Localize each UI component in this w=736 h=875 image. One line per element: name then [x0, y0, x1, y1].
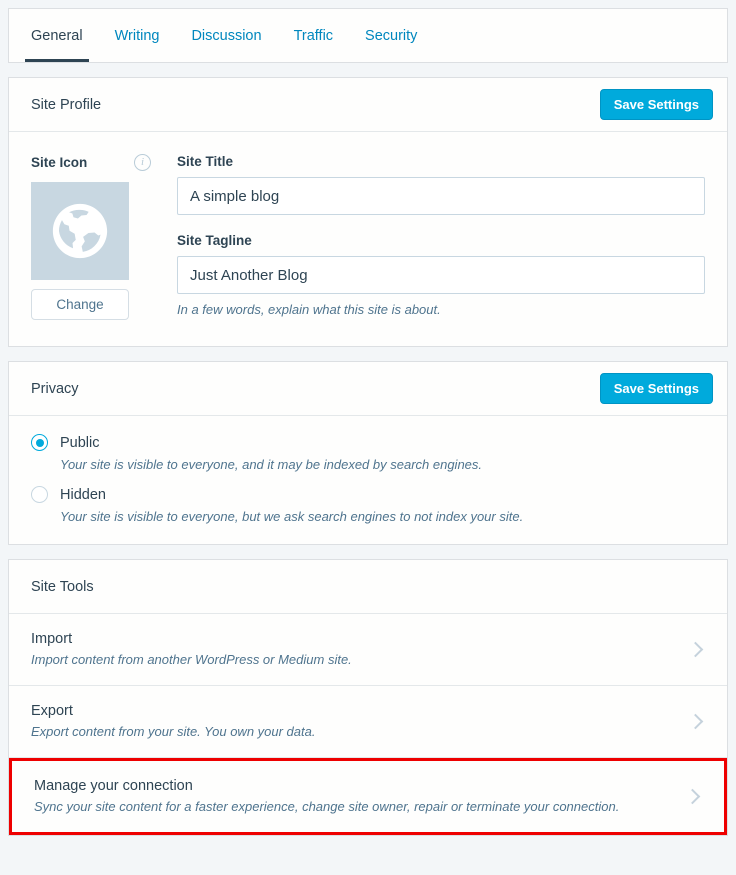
site-tools-title: Site Tools [31, 578, 94, 595]
change-site-icon-button[interactable]: Change [31, 289, 129, 320]
privacy-option-hidden-description: Your site is visible to everyone, but we… [60, 509, 524, 524]
save-settings-button-profile[interactable]: Save Settings [599, 89, 713, 120]
info-icon[interactable]: i [134, 154, 151, 171]
privacy-option-hidden[interactable]: Hidden [31, 486, 705, 503]
site-profile-fields: Site Title Site Tagline In a few words, … [177, 154, 705, 320]
chevron-right-icon [684, 761, 700, 832]
settings-tab-bar: General Writing Discussion Traffic Secur… [8, 8, 728, 63]
tab-traffic-label: Traffic [293, 27, 334, 44]
site-tool-row-manage-connection[interactable]: Manage your connection Sync your site co… [9, 758, 727, 835]
radio-public-icon[interactable] [31, 434, 48, 451]
site-tool-import-title: Import [31, 631, 73, 647]
site-tagline-hint: In a few words, explain what this site i… [177, 302, 441, 317]
site-tools-card: Site Tools Import Import content from an… [8, 559, 728, 836]
site-tagline-label: Site Tagline [177, 233, 252, 248]
privacy-card: Privacy Save Settings Public Your site i… [8, 361, 728, 545]
privacy-header: Privacy Save Settings [9, 362, 727, 416]
site-tool-manage-connection-text: Manage your connection Sync your site co… [34, 778, 680, 814]
privacy-option-public-description: Your site is visible to everyone, and it… [60, 457, 483, 472]
tab-general[interactable]: General [15, 9, 99, 62]
chevron-right-icon [687, 686, 703, 757]
privacy-option-public[interactable]: Public [31, 434, 705, 451]
site-profile-body: Site Icon i Change Site Title Site Tagli… [9, 132, 727, 346]
tab-discussion-label: Discussion [191, 27, 262, 44]
site-tagline-input[interactable] [177, 256, 705, 294]
site-profile-card: Site Profile Save Settings Site Icon i C… [8, 77, 728, 347]
site-profile-title: Site Profile [31, 96, 102, 113]
site-icon-label-row: Site Icon i [31, 154, 151, 171]
site-title-group: Site Title [177, 154, 705, 215]
site-tool-import-text: Import Import content from another WordP… [31, 631, 683, 667]
site-title-input[interactable] [177, 177, 705, 215]
tab-discussion[interactable]: Discussion [175, 9, 277, 62]
tab-traffic[interactable]: Traffic [278, 9, 349, 62]
privacy-body: Public Your site is visible to everyone,… [9, 416, 727, 544]
site-profile-header: Site Profile Save Settings [9, 78, 727, 132]
tab-general-label: General [31, 27, 83, 44]
site-tool-export-text: Export Export content from your site. Yo… [31, 703, 683, 739]
save-settings-button-privacy[interactable]: Save Settings [599, 373, 713, 404]
site-tool-row-import[interactable]: Import Import content from another WordP… [9, 614, 727, 686]
site-tool-import-description: Import content from another WordPress or… [31, 652, 352, 667]
tab-writing-label: Writing [114, 27, 160, 44]
privacy-option-hidden-label: Hidden [60, 486, 106, 503]
site-icon-label: Site Icon [31, 155, 88, 170]
site-tools-header: Site Tools [9, 560, 727, 614]
site-icon-column: Site Icon i Change [31, 154, 151, 320]
site-tool-export-description: Export content from your site. You own y… [31, 724, 316, 739]
tab-security-label: Security [365, 27, 418, 44]
site-tool-export-title: Export [31, 703, 73, 719]
site-tool-manage-connection-description: Sync your site content for a faster expe… [34, 799, 620, 814]
site-tool-row-export[interactable]: Export Export content from your site. Yo… [9, 686, 727, 758]
tab-writing[interactable]: Writing [99, 9, 176, 62]
tab-security[interactable]: Security [349, 9, 433, 62]
privacy-title: Privacy [31, 380, 79, 397]
site-tagline-group: Site Tagline In a few words, explain wha… [177, 233, 705, 317]
globe-icon [52, 203, 108, 259]
radio-hidden-icon[interactable] [31, 486, 48, 503]
site-tool-manage-connection-title: Manage your connection [34, 778, 193, 794]
site-icon-preview[interactable] [31, 182, 129, 280]
chevron-right-icon [687, 614, 703, 685]
privacy-option-public-label: Public [60, 434, 100, 451]
site-title-label: Site Title [177, 154, 234, 169]
